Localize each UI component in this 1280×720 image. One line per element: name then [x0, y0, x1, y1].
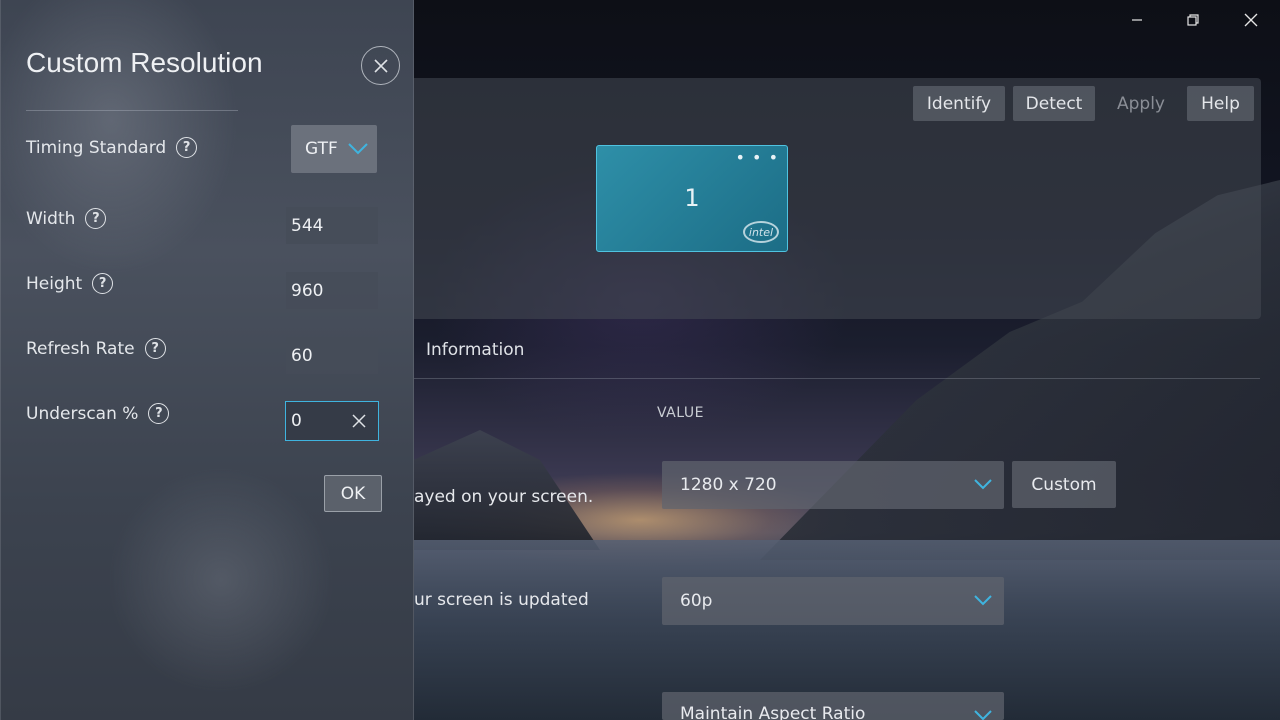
chevron-down-icon [974, 479, 992, 490]
resolution-select[interactable]: 1280 x 720 [662, 461, 1004, 509]
close-icon [1244, 13, 1258, 27]
flyout-divider [26, 110, 238, 111]
value-column-header: VALUE [657, 405, 704, 421]
monitor-number: 1 [684, 184, 700, 212]
refresh-rate-select[interactable]: 60p [662, 577, 1004, 625]
help-icon[interactable]: ? [148, 403, 170, 424]
minimize-icon [1132, 19, 1142, 21]
chevron-down-icon [974, 710, 992, 720]
resolution-description: ayed on your screen. [414, 487, 594, 507]
tab-information[interactable]: Information [426, 340, 524, 360]
underscan-label: Underscan % [26, 403, 139, 424]
clear-input-icon[interactable] [351, 413, 367, 429]
timing-standard-label: Timing Standard [26, 137, 167, 158]
refresh-rate-label-row: Refresh Rate ? [26, 338, 166, 359]
monitor-tile[interactable]: • • • 1 intel [596, 145, 788, 252]
width-label-row: Width ? [26, 208, 107, 229]
more-options-icon[interactable]: • • • [736, 148, 779, 167]
timing-standard-dropdown[interactable]: GTF [291, 125, 377, 173]
timing-standard-label-row: Timing Standard ? [26, 137, 198, 158]
refresh-rate-input[interactable] [286, 337, 378, 374]
help-button[interactable]: Help [1187, 86, 1254, 121]
apply-button[interactable]: Apply [1103, 86, 1179, 121]
help-icon[interactable]: ? [92, 273, 114, 294]
tab-divider [414, 378, 1260, 379]
detect-button[interactable]: Detect [1013, 86, 1095, 121]
chevron-down-icon [348, 143, 368, 155]
restore-icon [1187, 14, 1199, 26]
restore-button[interactable] [1170, 6, 1216, 34]
help-icon[interactable]: ? [176, 137, 198, 158]
refresh-description: ur screen is updated [414, 590, 589, 610]
height-label: Height [26, 273, 83, 294]
custom-button[interactable]: Custom [1012, 461, 1116, 508]
scaling-select[interactable]: Maintain Aspect Ratio [662, 692, 1004, 720]
resolution-value: 1280 x 720 [680, 475, 777, 495]
height-label-row: Height ? [26, 273, 114, 294]
close-icon [373, 58, 388, 73]
timing-standard-value: GTF [305, 139, 338, 159]
ok-button[interactable]: OK [324, 475, 382, 512]
width-input[interactable] [286, 207, 378, 244]
flyout-title: Custom Resolution [26, 47, 263, 78]
refresh-rate-value: 60p [680, 591, 713, 611]
help-icon[interactable]: ? [85, 208, 107, 229]
chevron-down-icon [974, 595, 992, 606]
flyout-close-button[interactable] [361, 46, 400, 85]
scaling-value: Maintain Aspect Ratio [680, 704, 866, 720]
underscan-label-row: Underscan % ? [26, 403, 170, 424]
help-icon[interactable]: ? [144, 338, 166, 359]
refresh-rate-label: Refresh Rate [26, 338, 135, 359]
minimize-button[interactable] [1114, 6, 1160, 34]
identify-button[interactable]: Identify [913, 86, 1005, 121]
height-input[interactable] [286, 272, 378, 309]
window-close-button[interactable] [1228, 6, 1274, 34]
width-label: Width [26, 208, 76, 229]
intel-logo: intel [743, 221, 779, 243]
